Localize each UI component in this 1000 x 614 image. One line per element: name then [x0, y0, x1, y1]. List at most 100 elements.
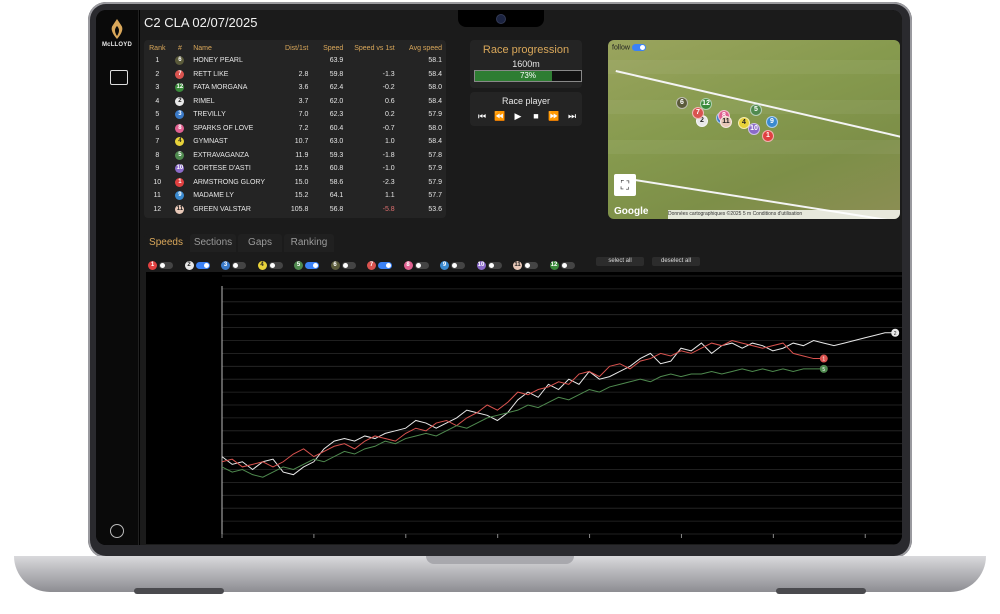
table-row[interactable]: 5 3 TREVILLY 7.0 62.3 0.2 57.9 — [146, 108, 444, 122]
number-cell: 3 — [169, 108, 192, 122]
speed-cell: 58.6 — [329, 178, 344, 186]
table-row[interactable]: 8 5 EXTRAVAGANZA 11.9 59.3 -1.8 57.8 — [146, 149, 444, 163]
number-cell: 8 — [169, 122, 192, 136]
col-dist-header: Dist/1st — [285, 45, 309, 52]
skip-end-icon[interactable]: ⏭ — [566, 111, 578, 121]
runner-filter-chip[interactable]: 1 — [148, 257, 173, 271]
runner-visibility-toggle[interactable] — [524, 262, 538, 270]
runner-badge: 6 — [175, 56, 185, 66]
follow-toggle[interactable]: follow — [612, 44, 646, 51]
runner-badge: 11 — [175, 204, 185, 214]
runner-badge: 8 — [403, 261, 413, 271]
table-row[interactable]: 12 11 GREEN VALSTAR 105.8 56.8 -5.8 53.6 — [146, 203, 444, 217]
speed-cell: 60.4 — [329, 124, 344, 132]
avg-speed-cell: 57.9 — [428, 165, 442, 173]
tab-gaps[interactable]: Gaps — [238, 234, 282, 252]
table-row[interactable]: 1 6 HONEY PEARL 63.9 58.1 — [146, 54, 444, 68]
deselect-all-button[interactable]: deselect all — [652, 257, 700, 266]
speed-cell: 62.4 — [329, 84, 344, 92]
runner-visibility-toggle[interactable] — [159, 262, 173, 270]
race-map[interactable]: follow 123456789101112 ⛶ Google Données … — [608, 40, 900, 219]
sidebar: McLLOYD — [96, 10, 139, 545]
col-avg-speed-header: Avg speed — [409, 45, 442, 52]
series-end-label: 5 — [822, 367, 825, 373]
laptop-base — [14, 556, 986, 594]
tab-ranking[interactable]: Ranking — [284, 234, 334, 252]
runner-badge: 9 — [440, 261, 449, 271]
dist-cell: 3.6 — [298, 84, 309, 92]
runner-visibility-toggle[interactable] — [487, 262, 502, 270]
tab-sections[interactable]: Sections — [190, 234, 236, 252]
runner-filter-chip[interactable]: 12 — [549, 257, 575, 271]
table-row[interactable]: 2 7 RETT LIKE 2.8 59.8 -1.3 58.4 — [146, 68, 444, 82]
runner-badge: 11 — [513, 261, 522, 271]
runner-filter-bar: select all deselect all 1 2 3 4 5 6 7 8 9 10 11 12 — [140, 255, 902, 271]
series-line-5 — [221, 368, 824, 478]
runner-filter-chip[interactable]: 5 — [294, 257, 319, 271]
runner-filter-chip[interactable]: 7 — [367, 257, 392, 271]
dist-cell: 15.2 — [294, 192, 309, 200]
runner-visibility-toggle[interactable] — [378, 262, 392, 270]
runner-badge: 12 — [175, 83, 185, 93]
runner-filter-chip[interactable]: 8 — [403, 257, 429, 271]
play-icon[interactable]: ▶ — [512, 111, 524, 121]
follow-switch[interactable] — [631, 44, 646, 51]
runner-visibility-toggle[interactable] — [341, 262, 356, 270]
speed-cell: 60.8 — [329, 165, 344, 173]
horse-marker: 12 — [700, 98, 712, 110]
avg-speed-cell: 58.0 — [428, 84, 442, 92]
rank-cell: 11 — [153, 192, 161, 200]
runner-visibility-toggle[interactable] — [451, 262, 465, 270]
runner-filter-chip[interactable]: 11 — [513, 257, 538, 271]
logo-text: McLLOYD — [101, 42, 133, 48]
race-player-title: Race player — [501, 96, 551, 106]
dist-cell: 15.0 — [294, 178, 309, 186]
speed-vs-first-cell: 0.6 — [384, 97, 395, 105]
rewind-icon[interactable]: ⏪ — [494, 111, 506, 121]
map-attribution: Données cartographiques ©2025 5 m Condit… — [668, 210, 900, 219]
rank-cell: 3 — [155, 84, 160, 92]
runner-visibility-toggle[interactable] — [414, 262, 429, 270]
speed-vs-first-cell: 1.1 — [384, 192, 395, 200]
fast-forward-icon[interactable]: ⏩ — [548, 111, 560, 121]
runner-visibility-toggle[interactable] — [560, 262, 575, 270]
turf-stripe — [608, 60, 900, 74]
runner-filter-chip[interactable]: 10 — [476, 257, 502, 271]
runner-badge: 5 — [294, 261, 303, 271]
tab-speeds[interactable]: Speeds — [144, 234, 188, 252]
speed-vs-first-cell: 1.0 — [384, 138, 395, 146]
runner-filter-chip[interactable]: 6 — [330, 257, 356, 271]
fullscreen-icon[interactable]: ⛶ — [614, 174, 636, 196]
table-row[interactable]: 3 12 FATA MORGANA 3.6 62.4 -0.2 58.0 — [146, 81, 444, 95]
table-row[interactable]: 6 8 SPARKS OF LOVE 7.2 60.4 -0.7 58.0 — [146, 122, 444, 136]
runner-visibility-toggle[interactable] — [195, 262, 210, 270]
runner-visibility-toggle[interactable] — [268, 262, 283, 270]
table-header-row: Rank # Name Dist/1st Speed Speed vs 1st … — [146, 43, 444, 54]
rank-cell: 1 — [155, 57, 160, 65]
laptop-lip — [426, 556, 574, 564]
runner-visibility-toggle[interactable] — [232, 262, 246, 270]
avg-speed-cell: 57.8 — [428, 151, 442, 159]
runner-filter-chip[interactable]: 4 — [257, 257, 283, 271]
settings-icon[interactable] — [110, 524, 124, 538]
rank-cell: 10 — [153, 178, 162, 186]
ranking-table-panel: Rank # Name Dist/1st Speed Speed vs 1st … — [144, 40, 446, 218]
table-row[interactable]: 7 4 GYMNAST 10.7 63.0 1.0 58.4 — [146, 135, 444, 149]
runner-filter-chip[interactable]: 2 — [184, 257, 210, 271]
skip-start-icon[interactable]: ⏮ — [476, 111, 488, 121]
table-row[interactable]: 10 1 ARMSTRONG GLORY 15.0 58.6 -2.3 57.9 — [146, 176, 444, 190]
table-row[interactable]: 4 2 RIMEL 3.7 62.0 0.6 58.4 — [146, 95, 444, 109]
runner-badge: 10 — [175, 164, 185, 174]
race-view-icon[interactable] — [110, 70, 128, 85]
speed-cell: 59.3 — [329, 151, 344, 159]
rank-cell: 12 — [153, 205, 162, 213]
avg-speed-cell: 58.4 — [428, 70, 442, 78]
runner-visibility-toggle[interactable] — [305, 262, 319, 270]
select-all-button[interactable]: select all — [596, 257, 644, 266]
runner-badge: 3 — [221, 261, 230, 271]
table-row[interactable]: 9 10 CORTESE D'ASTI 12.5 60.8 -1.0 57.9 — [146, 162, 444, 176]
table-row[interactable]: 11 9 MADAME LY 15.2 64.1 1.1 57.7 — [146, 189, 444, 203]
runner-filter-chip[interactable]: 9 — [440, 257, 465, 271]
runner-filter-chip[interactable]: 3 — [221, 257, 246, 271]
stop-icon[interactable]: ■ — [530, 111, 542, 121]
